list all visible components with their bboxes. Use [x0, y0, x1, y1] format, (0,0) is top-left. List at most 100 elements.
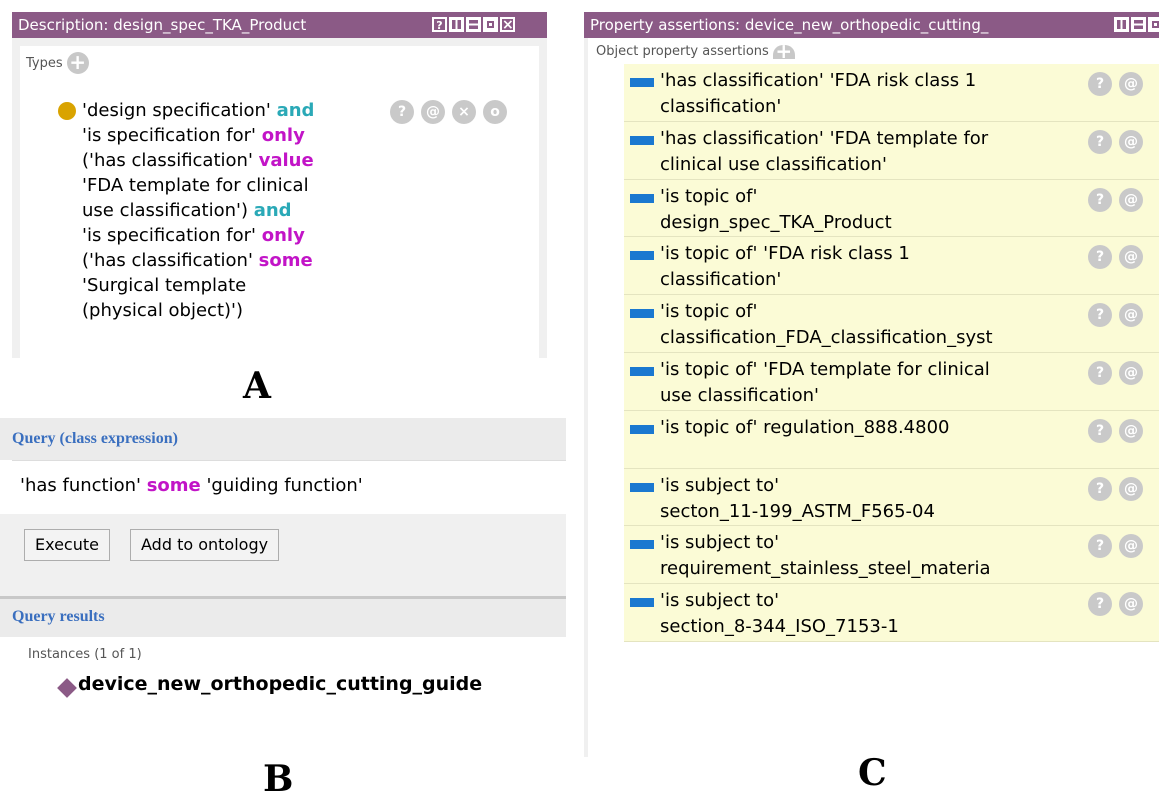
help-icon[interactable] [432, 17, 447, 32]
assertion-line: secton_11-199_ASTM_F565-04 [660, 500, 935, 522]
keyword: some [258, 250, 313, 271]
expression-line: 'FDA template for clinical [82, 173, 402, 198]
assertion-row[interactable]: 'is subject to' secton_11-199_ASTM_F565-0… [624, 468, 1159, 527]
assertion-line: 'is topic of' 'FDA template for clinical [660, 359, 990, 380]
object-property-icon [630, 251, 654, 261]
query-input[interactable]: 'has function' some 'guiding function' [12, 460, 566, 516]
assertion-line: 'has classification' 'FDA template for [660, 127, 989, 149]
annotate-icon[interactable]: @ [1119, 72, 1143, 96]
assertion-row[interactable]: 'is topic of' regulation_888.4800? @ [624, 410, 1159, 469]
assertion-row[interactable]: 'has classification' 'FDA template for cl… [624, 121, 1159, 180]
description-title: Description: design_spec_TKA_Product [18, 16, 307, 34]
annotate-icon[interactable]: @ [1119, 476, 1143, 501]
expression-line: 'is specification for' only [82, 123, 402, 148]
explain-icon[interactable]: ? [1088, 187, 1112, 212]
explain-icon[interactable]: ? [1088, 361, 1112, 385]
annotate-icon[interactable]: @ [1119, 592, 1143, 617]
keyword: and [253, 200, 292, 221]
property-assertions-content: Object property assertions + 'has classi… [588, 38, 1159, 757]
assertion-row[interactable]: 'is subject to' requirement_stainless_ste… [624, 526, 1159, 585]
window-controls [432, 17, 515, 32]
dl-query-panel: Query (class expression) 'has function' … [0, 418, 566, 718]
types-section: Types + [26, 52, 89, 74]
explain-icon[interactable]: ? [1088, 534, 1112, 559]
annotate-icon[interactable]: @ [1119, 129, 1143, 154]
assertion-text: 'has classification' 'FDA risk class 1 cl… [660, 68, 1070, 120]
object-property-icon [630, 135, 654, 145]
assertion-row[interactable]: 'is subject to' section_8-344_ISO_7153-1?… [624, 584, 1159, 642]
annotate-icon[interactable]: @ [1119, 245, 1143, 270]
keyword: only [261, 225, 305, 246]
expression-line: ('has classification' value [82, 148, 402, 173]
delete-icon[interactable]: × [452, 100, 476, 124]
assertion-text: 'is subject to' secton_11-199_ASTM_F565-0… [660, 473, 1070, 525]
result-item[interactable]: device_new_orthopedic_cutting_guide [78, 673, 482, 695]
split-horizontal-icon[interactable] [466, 17, 481, 32]
annotate-icon[interactable]: @ [1119, 187, 1143, 212]
object-property-section: Object property assertions + [596, 41, 795, 61]
explain-icon[interactable]: ? [1088, 592, 1112, 617]
keyword: only [261, 125, 305, 146]
description-frame: Types + 'design specification' and'is sp… [12, 38, 547, 358]
object-property-icon [630, 309, 654, 319]
description-panel: Description: design_spec_TKA_Product Typ… [12, 12, 547, 358]
expression-text: ('has classification' [82, 250, 259, 271]
type-expression[interactable]: 'design specification' and'is specificat… [82, 98, 402, 323]
maximize-icon[interactable] [1148, 17, 1159, 32]
edit-icon[interactable]: o [483, 100, 507, 124]
assertion-line: classification' [660, 96, 782, 117]
annotate-icon[interactable]: @ [1119, 303, 1143, 328]
assertion-row[interactable]: 'has classification' 'FDA risk class 1 cl… [624, 64, 1159, 122]
assertion-row[interactable]: 'is topic of' 'FDA risk class 1 classific… [624, 237, 1159, 296]
assertion-line: 'is topic of' [660, 301, 758, 323]
close-icon[interactable] [500, 17, 515, 32]
annotate-icon[interactable]: @ [1119, 418, 1143, 443]
figure-label-b: B [263, 758, 294, 800]
assertion-text: 'is topic of' 'FDA template for clinical… [660, 357, 1070, 409]
expression-text: (physical object)') [82, 300, 243, 321]
expression-text: 'is specification for' [82, 125, 262, 146]
assertion-text: 'is subject to' requirement_stainless_ste… [660, 530, 1070, 582]
assertion-line: clinical use classification' [660, 153, 887, 175]
annotate-icon[interactable]: @ [1119, 534, 1143, 559]
annotate-icon[interactable]: @ [1119, 361, 1143, 385]
annotate-icon[interactable]: @ [421, 100, 445, 124]
split-vertical-icon[interactable] [449, 17, 464, 32]
class-dot-icon [58, 102, 76, 120]
window-controls-c [1114, 17, 1159, 32]
assertion-text: 'is subject to' section_8-344_ISO_7153-1 [660, 588, 1070, 640]
explain-icon[interactable]: ? [1088, 303, 1112, 328]
assertion-row[interactable]: 'is topic of' classification_FDA_classifi… [624, 295, 1159, 353]
add-to-ontology-button[interactable]: Add to ontology [130, 529, 280, 561]
query-text: 'has function' some 'guiding function' [20, 475, 363, 496]
assertion-line: 'is subject to' [660, 532, 780, 554]
object-property-icon [630, 78, 654, 87]
explain-icon[interactable]: ? [390, 100, 414, 124]
assertion-line: 'is subject to' [660, 474, 780, 496]
assertion-row[interactable]: 'is topic of' design_spec_TKA_Product? @ [624, 179, 1159, 238]
assertion-line: classification' [660, 269, 782, 291]
explain-icon[interactable]: ? [1088, 72, 1112, 96]
assertion-text: 'has classification' 'FDA template for cl… [660, 126, 1070, 178]
add-type-icon[interactable]: + [66, 52, 89, 74]
expression-line: (physical object)') [82, 298, 402, 323]
explain-icon[interactable]: ? [1088, 245, 1112, 270]
results-area: Instances (1 of 1) device_new_orthopedic… [12, 637, 566, 717]
results-header: Query results [0, 599, 566, 637]
split-horizontal-icon[interactable] [1131, 17, 1146, 32]
assertion-line: use classification' [660, 385, 819, 406]
assertion-text: 'is topic of' regulation_888.4800 [660, 415, 1070, 441]
maximize-icon[interactable] [483, 17, 498, 32]
execute-button[interactable]: Execute [24, 529, 110, 561]
explain-icon[interactable]: ? [1088, 129, 1112, 154]
property-assertions-title: Property assertions: device_new_orthoped… [590, 16, 989, 34]
object-property-icon [630, 482, 654, 492]
explain-icon[interactable]: ? [1088, 476, 1112, 501]
split-vertical-icon[interactable] [1114, 17, 1129, 32]
assertion-text: 'is topic of' classification_FDA_classifi… [660, 299, 1070, 351]
explain-icon[interactable]: ? [1088, 418, 1112, 443]
add-assertion-icon[interactable]: + [772, 41, 795, 61]
expression-line: 'Surgical template [82, 273, 402, 298]
object-property-label: Object property assertions [596, 44, 769, 59]
assertion-row[interactable]: 'is topic of' 'FDA template for clinical… [624, 353, 1159, 411]
